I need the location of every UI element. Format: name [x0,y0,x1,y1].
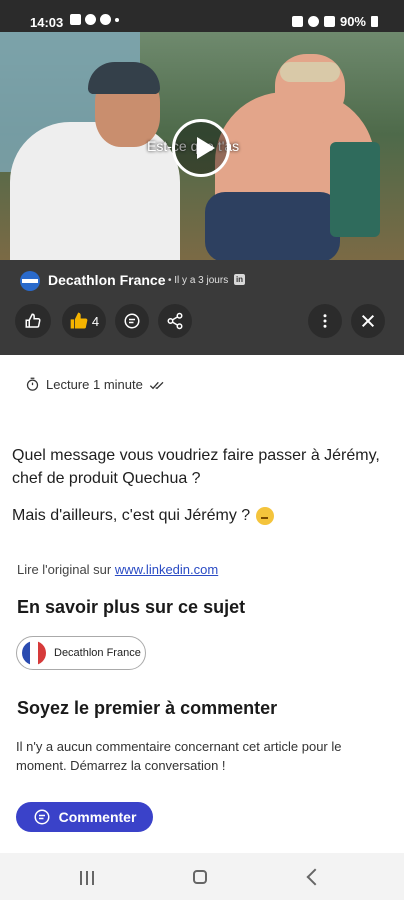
more-notifications-icon [115,18,119,22]
video-frame-cap [88,62,160,94]
topic-chip-decathlon[interactable]: Decathlon France [16,636,146,670]
thumbs-up-icon [70,312,88,329]
read-time-label: Lecture 1 minute [46,377,143,392]
play-button[interactable] [172,119,230,177]
comment-icon [34,809,50,825]
gallery-icon [70,14,81,25]
video-frame-hair [280,62,340,82]
status-time: 14:03 [30,15,64,30]
comment-icon [124,313,140,329]
video-frame-chair [330,142,380,237]
author-name[interactable]: Decathlon France [48,272,165,288]
france-flag-icon [22,641,46,665]
close-icon [361,314,375,328]
status-right: 90% [291,14,378,29]
comment-cta-label: Commenter [58,809,137,825]
messenger-icon [100,14,111,25]
stopwatch-icon [26,377,39,391]
reaction-count: 4 [91,313,100,329]
close-button[interactable] [351,304,385,338]
signal-icon [323,16,335,27]
home-button[interactable] [193,870,207,884]
article-paragraph-2: Mais d'ailleurs, c'est qui Jérémy ? [12,507,275,525]
facebook-icon [85,14,96,25]
topics-title: En savoir plus sur ce sujet [17,597,246,617]
reactions-button[interactable]: 4 [62,304,106,338]
wifi-icon [307,16,319,27]
recents-button[interactable] [80,871,94,885]
linkedin-icon: in [234,274,245,285]
share-button[interactable] [158,304,192,338]
system-nav-bar [0,853,404,900]
thinking-face-icon [256,507,275,525]
original-prefix: Lire l'original sur [17,562,112,577]
thumbs-up-outline-icon [25,313,41,328]
notification-icons [70,14,119,25]
video-frame-shorts [205,192,340,260]
mute-icon [291,16,303,27]
topic-chip-label: Decathlon France [54,647,141,659]
author-logo[interactable] [20,271,40,291]
post-action-bar: Decathlon France • Il y a 3 jours in 4 [0,260,404,355]
read-time: Lecture 1 minute [25,377,165,392]
original-link[interactable]: www.linkedin.com [115,562,218,577]
article-paragraph: Quel message vous voudriez faire passer … [12,447,380,487]
video-player[interactable]: Est-ce que t'as [0,32,404,260]
comments-title: Soyez le premier à commenter [17,698,278,718]
post-time: • Il y a 3 jours [168,275,229,286]
more-options-button[interactable] [308,304,342,338]
back-button[interactable] [306,868,324,886]
battery-icon [371,16,378,27]
article-paragraph-2-text: Mais d'ailleurs, c'est qui Jérémy ? [12,507,251,524]
original-source: Lire l'original sur www.linkedin.com [17,562,218,577]
battery-percent: 90% [339,14,366,29]
comments-empty-text: Il n'y a aucun commentaire concernant ce… [16,739,342,773]
share-icon [167,312,183,330]
comment-button[interactable] [115,304,149,338]
like-button[interactable] [15,304,51,338]
read-check-icon [149,381,164,389]
more-vertical-icon [323,314,327,328]
comment-cta-button[interactable]: Commenter [16,802,153,832]
